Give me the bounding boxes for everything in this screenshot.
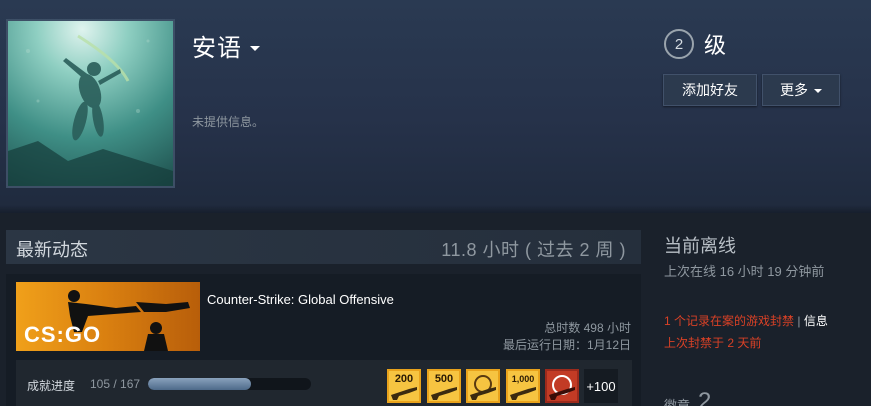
achievement-1000-label: 1,000	[512, 374, 535, 384]
badges-label: 徽章	[664, 398, 691, 406]
profile-level[interactable]: 2 级	[664, 28, 726, 60]
level-label: 级	[704, 33, 727, 58]
capsule-text: CS:GO	[24, 322, 101, 347]
achievement-bomb-icon[interactable]	[545, 369, 579, 403]
achievement-progress-track	[148, 378, 311, 390]
achievement-scope-icon[interactable]	[466, 369, 500, 403]
avatar-image	[8, 21, 173, 186]
avatar[interactable]	[6, 19, 175, 188]
achievement-more-button[interactable]: +100	[584, 369, 618, 403]
game-last-played: 最后运行日期：1月12日	[502, 338, 631, 352]
add-friend-label: 添加好友	[682, 82, 738, 98]
persona-name-dropdown[interactable]: 安语	[192, 28, 260, 63]
achievement-200-icon[interactable]: 200	[387, 369, 421, 403]
badges-count: 2	[698, 388, 712, 406]
caret-down-icon	[250, 46, 260, 51]
achievement-1000-icon[interactable]: 1,000	[506, 369, 540, 403]
online-status: 当前离线	[664, 236, 736, 256]
achievement-progress-fill	[148, 378, 251, 390]
achievement-500-label: 500	[435, 373, 453, 385]
achievement-count: 105 / 167	[90, 377, 141, 391]
ban-status: 1 个记录在案的游戏封禁 | 信息	[664, 312, 828, 329]
ban-date: 上次封禁于 2 天前	[664, 336, 762, 350]
csgo-logo: CS:GO	[24, 322, 101, 347]
achievement-progress-label: 成就进度	[27, 379, 76, 393]
level-badge: 2	[664, 29, 694, 59]
profile-summary: 未提供信息。	[192, 115, 265, 129]
last-online: 上次在线 16 小时 19 分钟前	[664, 264, 825, 279]
achievement-200-label: 200	[395, 373, 413, 385]
game-total-hours: 总时数 498 小时	[544, 321, 631, 335]
ban-separator: |	[797, 314, 801, 328]
ban-info-link[interactable]: 信息	[804, 314, 828, 328]
ban-text: 1 个记录在案的游戏封禁	[664, 314, 795, 328]
persona-name: 安语	[192, 35, 242, 62]
more-label: 更多	[780, 82, 808, 98]
game-name-link[interactable]: Counter-Strike: Global Offensive	[207, 292, 394, 307]
more-button[interactable]: 更多	[762, 74, 840, 106]
caret-down-icon	[814, 89, 822, 93]
recent-activity-hours: 11.8 小时 ( 过去 2 周 )	[441, 240, 626, 260]
badges-section[interactable]: 徽章 2	[664, 390, 711, 406]
achievement-500-icon[interactable]: 500	[427, 369, 461, 403]
recent-activity-title: 最新动态	[16, 240, 88, 260]
game-capsule-image[interactable]: CS:GO	[16, 282, 200, 351]
add-friend-button[interactable]: 添加好友	[663, 74, 757, 106]
